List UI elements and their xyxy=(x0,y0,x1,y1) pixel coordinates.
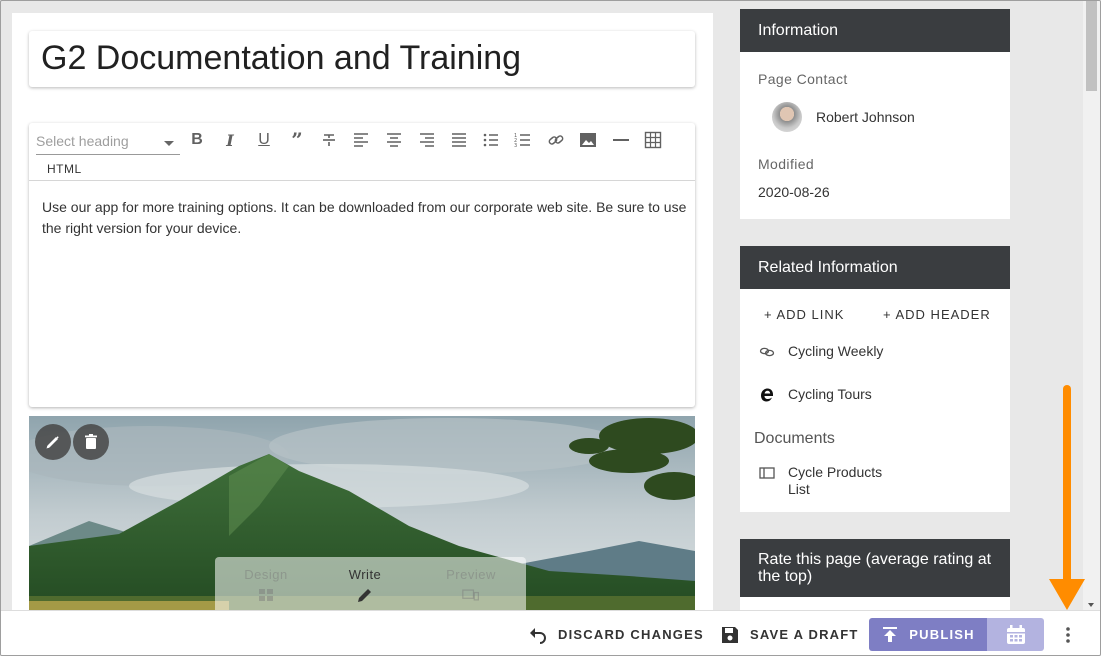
add-header-label: ADD HEADER xyxy=(895,307,991,322)
annotation-arrow-icon xyxy=(1049,385,1085,610)
related-item-cycling-weekly[interactable]: Cycling Weekly xyxy=(758,343,883,361)
rate-page-header: Rate this page (average rating at the to… xyxy=(740,539,1010,597)
editor-mode-bar: Design Write Preview xyxy=(215,557,526,613)
quote-icon[interactable]: ” xyxy=(285,128,309,152)
bold-icon[interactable]: B xyxy=(185,129,209,151)
grid-icon xyxy=(259,589,273,601)
trash-icon xyxy=(85,434,97,449)
related-information-header: Related Information xyxy=(740,246,1010,289)
rich-text-editor: Select heading B I U ” 1 2 3 HTML Use ou… xyxy=(29,123,695,407)
heading-select-placeholder: Select heading xyxy=(36,133,129,149)
document-label-line2: List xyxy=(788,481,810,497)
save-draft-button[interactable]: SAVE A DRAFT xyxy=(720,611,859,655)
mode-design-label: Design xyxy=(244,567,288,582)
add-header-button[interactable]: + ADD HEADER xyxy=(883,307,991,322)
editor-toolbar: Select heading B I U ” 1 2 3 HTML xyxy=(29,123,695,181)
table-icon[interactable] xyxy=(641,129,665,151)
scroll-down-arrow-icon[interactable] xyxy=(1088,603,1094,607)
edge-browser-icon xyxy=(758,386,776,404)
add-link-button[interactable]: + ADD LINK xyxy=(764,307,844,322)
underline-icon[interactable]: U xyxy=(252,129,276,151)
pencil-icon xyxy=(358,589,371,602)
related-item-label: Cycling Tours xyxy=(788,386,872,402)
undo-icon xyxy=(530,627,546,644)
document-icon xyxy=(758,464,776,482)
mode-write[interactable]: Write xyxy=(320,567,410,607)
mode-preview[interactable]: Preview xyxy=(426,567,516,607)
bulleted-list-icon[interactable] xyxy=(479,129,503,151)
discard-changes-button[interactable]: DISCARD CHANGES xyxy=(528,611,704,655)
plus-icon: + xyxy=(764,307,777,322)
image-icon[interactable] xyxy=(576,129,600,151)
document-item-cycle-products[interactable]: Cycle Products List xyxy=(758,464,882,498)
main-content: G2 Documentation and Training Select hea… xyxy=(12,13,713,613)
html-mode-button[interactable]: HTML xyxy=(47,162,82,176)
information-panel: Information Page Contact Robert Johnson … xyxy=(740,9,1010,219)
related-information-panel: Related Information + ADD LINK + ADD HEA… xyxy=(740,246,1010,512)
align-right-icon[interactable] xyxy=(415,129,439,151)
rate-page-panel: Rate this page (average rating at the to… xyxy=(740,539,1010,619)
upload-icon xyxy=(883,626,898,642)
more-options-button[interactable] xyxy=(1060,623,1076,647)
edit-image-button[interactable] xyxy=(35,424,71,460)
page-contact-label: Page Contact xyxy=(758,71,848,87)
save-draft-label: SAVE A DRAFT xyxy=(750,627,859,642)
app-window: G2 Documentation and Training Select hea… xyxy=(0,0,1101,656)
align-center-icon[interactable] xyxy=(382,129,406,151)
modified-date: 2020-08-26 xyxy=(758,184,830,200)
align-justify-icon[interactable] xyxy=(447,129,471,151)
save-icon xyxy=(722,626,738,643)
more-vert-icon xyxy=(1066,627,1070,643)
mode-preview-label: Preview xyxy=(446,567,496,582)
svg-text:3: 3 xyxy=(514,143,517,149)
heading-select[interactable]: Select heading xyxy=(36,131,180,155)
chevron-down-icon xyxy=(164,141,174,146)
modified-label: Modified xyxy=(758,156,815,172)
related-item-label: Cycling Weekly xyxy=(788,343,884,359)
avatar xyxy=(772,102,802,132)
schedule-publish-button[interactable] xyxy=(987,618,1044,651)
link-icon[interactable] xyxy=(544,129,568,151)
devices-icon xyxy=(462,589,479,601)
information-header: Information xyxy=(740,9,1010,52)
document-label-line1: Cycle Products xyxy=(788,464,883,480)
publish-button[interactable]: PUBLISH xyxy=(869,618,987,651)
action-bar: DISCARD CHANGES SAVE A DRAFT PUBLISH xyxy=(1,610,1100,655)
plus-icon: + xyxy=(883,307,896,322)
numbered-list-icon[interactable]: 123 xyxy=(511,129,535,151)
documents-title: Documents xyxy=(754,430,835,447)
discard-changes-label: DISCARD CHANGES xyxy=(558,627,704,642)
mode-write-label: Write xyxy=(348,567,382,582)
horizontal-rule-icon[interactable] xyxy=(609,129,633,151)
title-card[interactable]: G2 Documentation and Training xyxy=(29,31,695,87)
scrollbar-thumb[interactable] xyxy=(1086,1,1097,91)
italic-icon[interactable]: I xyxy=(218,129,242,151)
pencil-icon xyxy=(46,436,59,449)
strikethrough-icon[interactable] xyxy=(317,129,341,151)
mode-design[interactable]: Design xyxy=(221,567,311,607)
align-left-icon[interactable] xyxy=(349,129,373,151)
page-title[interactable]: G2 Documentation and Training xyxy=(41,39,521,78)
editor-content[interactable]: Use our app for more training options. I… xyxy=(42,197,687,239)
image-block: Design Write Preview xyxy=(29,416,695,613)
link-icon xyxy=(758,343,776,361)
publish-label: PUBLISH xyxy=(909,627,975,642)
calendar-icon xyxy=(1006,624,1025,644)
related-item-cycling-tours[interactable]: Cycling Tours xyxy=(758,386,872,404)
delete-image-button[interactable] xyxy=(73,424,109,460)
contact-name[interactable]: Robert Johnson xyxy=(816,109,915,125)
add-link-label: ADD LINK xyxy=(776,307,845,322)
